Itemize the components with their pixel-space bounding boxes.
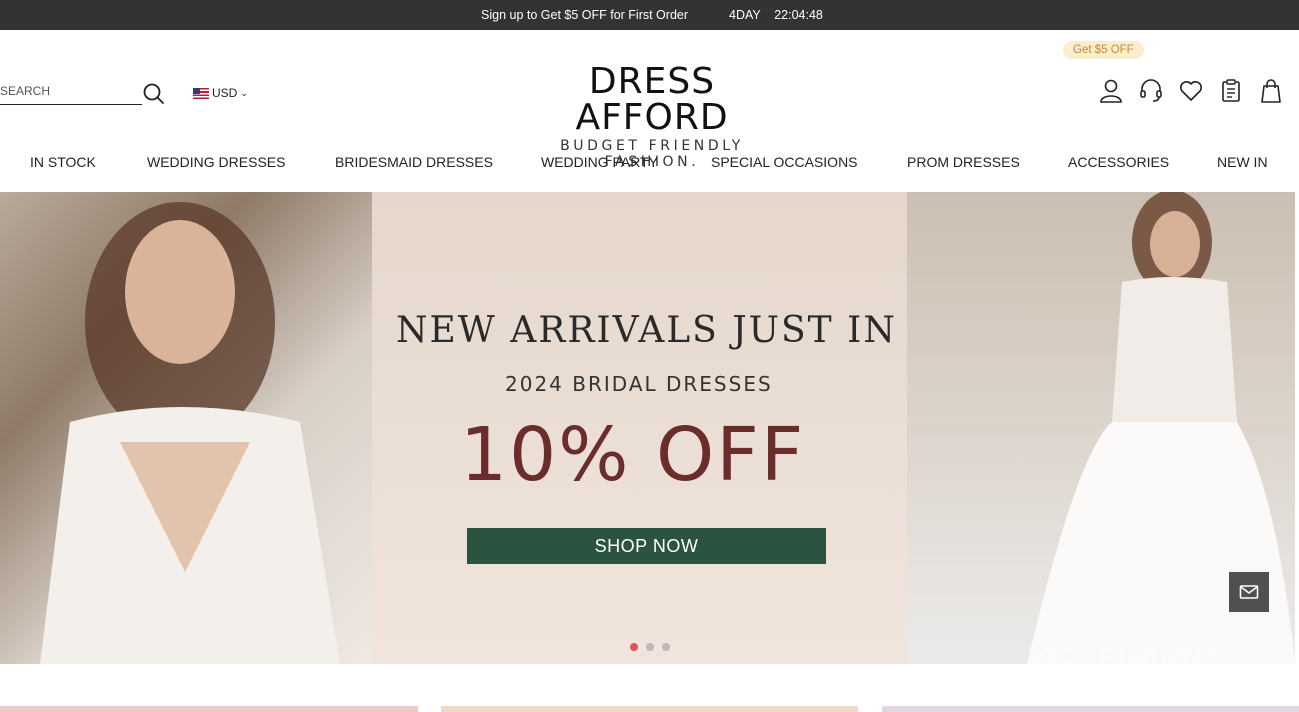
nav-item-accessories[interactable]: ACCESSORIES [1068, 154, 1169, 170]
shopping-bag-icon[interactable] [1258, 78, 1284, 104]
currency-selector[interactable]: USD ⌄ [193, 86, 248, 100]
nav-item-special-occasions[interactable]: SPECIAL OCCASIONS [711, 154, 858, 170]
logo-brand: DRESS AFFORD [575, 61, 729, 138]
coupon-badge[interactable]: Get $5 OFF [1063, 41, 1144, 59]
countdown-timer: 4DAY 22:04:48 [729, 8, 833, 22]
nav-item-bridesmaid-dresses[interactable]: BRIDESMAID DRESSES [335, 154, 493, 170]
nav-item-prom-dresses[interactable]: PROM DRESSES [907, 154, 1020, 170]
chevron-down-icon: ⌄ [240, 87, 248, 98]
category-card-1[interactable] [0, 706, 418, 712]
search-input[interactable] [0, 80, 138, 102]
bride-illustration-left [40, 202, 340, 664]
nav-item-wedding-dresses[interactable]: WEDDING DRESSES [147, 154, 285, 170]
hero-subtitle: 2024 BRIDAL DRESSES [505, 372, 773, 396]
site-logo[interactable]: DRESS AFFORD BUDGET FRIENDLY FASHION. [512, 64, 792, 171]
nav-item-new-in[interactable]: NEW IN [1217, 154, 1268, 170]
main-nav: IN STOCK WEDDING DRESSES BRIDESMAID DRES… [0, 154, 1299, 174]
hero-banner[interactable]: NEW ARRIVALS JUST IN 2024 BRIDAL DRESSES… [0, 192, 1295, 664]
us-flag-icon [193, 87, 209, 99]
carousel-dot-1[interactable] [630, 643, 638, 651]
shop-now-button[interactable]: SHOP NOW [467, 528, 826, 564]
hero-title: NEW ARRIVALS JUST IN [396, 310, 897, 351]
category-card-3[interactable] [882, 706, 1299, 712]
carousel-dot-3[interactable] [662, 643, 670, 651]
nav-item-in-stock[interactable]: IN STOCK [30, 154, 96, 170]
hero-discount: 10% OFF [460, 412, 806, 498]
countdown-days: 4DAY [729, 8, 761, 22]
hero-model-image-left [0, 192, 372, 664]
email-contact-button[interactable] [1229, 572, 1269, 612]
countdown-clock: 22:04:48 [774, 8, 823, 22]
mail-icon [1239, 585, 1259, 599]
promo-text[interactable]: Sign up to Get $5 OFF for First Order [481, 8, 688, 22]
search-icon[interactable] [142, 82, 166, 106]
search-field[interactable] [0, 80, 142, 105]
nav-item-wedding-party[interactable]: WEDDING PARTY [541, 154, 658, 170]
orders-icon[interactable] [1218, 78, 1244, 104]
category-card-2[interactable] [441, 706, 858, 712]
carousel-dot-2[interactable] [646, 643, 654, 651]
carousel-dots [630, 643, 670, 651]
heart-icon[interactable] [1178, 78, 1204, 104]
announcement-bar: Sign up to Get $5 OFF for First Order 4D… [0, 0, 1299, 30]
support-headset-icon[interactable] [1138, 78, 1164, 104]
user-icon[interactable] [1098, 78, 1124, 104]
currency-label: USD [212, 86, 238, 100]
complaints-watermark: COMPLAINTS [1038, 644, 1215, 664]
